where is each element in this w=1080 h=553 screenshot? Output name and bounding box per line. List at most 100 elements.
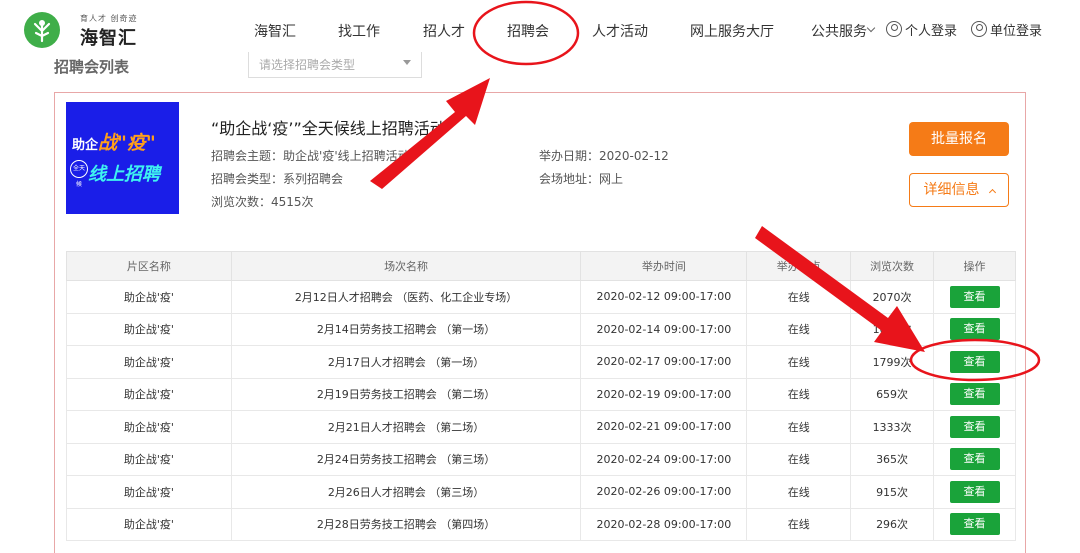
fair-type-placeholder: 请选择招聘会类型 <box>259 58 356 70</box>
company-login-label: 单位登录 <box>990 23 1043 39</box>
brand-name[interactable]: 海智汇 <box>80 24 137 50</box>
caret-down-icon <box>403 60 411 65</box>
nav-haizhihui[interactable]: 海智汇 <box>254 21 296 41</box>
chevron-up-icon <box>988 188 996 197</box>
action-cell: 查看 <box>933 507 1016 541</box>
views-cell: 659次 <box>850 377 935 411</box>
view-button[interactable]: 查看 <box>949 350 1000 373</box>
detail-info-button[interactable]: 详细信息 <box>909 173 1009 207</box>
views-cell: 1058次 <box>850 312 935 346</box>
table-row: 助企战'疫' 2月12日人才招聘会 （医药、化工企业专场） 2020-02-12 0… <box>66 280 1016 314</box>
col-header: 举办地点 <box>746 251 852 281</box>
view-button[interactable]: 查看 <box>949 285 1000 308</box>
views-cell: 1333次 <box>850 410 935 444</box>
fair-theme: 招聘会主题：助企战'疫'线上招聘活动 <box>211 149 410 163</box>
table-row: 助企战'疫' 2月17日人才招聘会 （第一场） 2020-02-17 09:00-1… <box>66 345 1016 379</box>
company-login-link[interactable]: 单位登录 <box>971 19 1042 39</box>
session-time-cell: 2020-02-21 09:00-17:00 <box>580 410 748 444</box>
poster-line1: 助企战"疫" <box>72 132 156 154</box>
views-cell: 1799次 <box>850 345 935 379</box>
session-name-cell: 2月24日劳务技工招聘会 （第三场） <box>230 442 582 476</box>
session-name-cell: 2月12日人才招聘会 （医药、化工企业专场） <box>230 280 582 314</box>
nav-talent-events[interactable]: 人才活动 <box>592 21 648 41</box>
session-time-cell: 2020-02-19 09:00-17:00 <box>580 377 748 411</box>
session-name-cell: 2月26日人才招聘会 （第三场） <box>230 475 582 509</box>
chevron-down-icon <box>866 23 876 33</box>
district-cell: 助企战'疫' <box>66 312 232 346</box>
district-cell: 助企战'疫' <box>66 377 232 411</box>
district-cell: 助企战'疫' <box>66 442 232 476</box>
session-time-cell: 2020-02-26 09:00-17:00 <box>580 475 748 509</box>
batch-signup-button[interactable]: 批量报名 <box>909 122 1009 156</box>
action-cell: 查看 <box>933 475 1016 509</box>
fair-poster[interactable]: 助企战"疫" 全天候 线上招聘 <box>66 102 179 214</box>
col-header: 场次名称 <box>230 251 582 281</box>
col-header: 举办时间 <box>580 251 748 281</box>
session-time-cell: 2020-02-14 09:00-17:00 <box>580 312 748 346</box>
district-cell: 助企战'疫' <box>66 280 232 314</box>
view-button[interactable]: 查看 <box>949 415 1000 438</box>
action-cell: 查看 <box>933 312 1016 346</box>
nav-public-service[interactable]: 公共服务 <box>811 21 867 41</box>
venue-cell: 在线 <box>746 280 852 314</box>
list-title: 招聘会列表 <box>54 58 130 74</box>
view-button[interactable]: 查看 <box>949 513 1000 536</box>
poster-badge: 全天候 <box>70 160 88 188</box>
district-cell: 助企战'疫' <box>66 410 232 444</box>
views-cell: 2070次 <box>850 280 935 314</box>
action-cell: 查看 <box>933 345 1016 379</box>
session-name-cell: 2月14日劳务技工招聘会 （第一场） <box>230 312 582 346</box>
table-row: 助企战'疫' 2月21日人才招聘会 （第二场） 2020-02-21 09:00-1… <box>66 410 1016 444</box>
session-name-cell: 2月19日劳务技工招聘会 （第二场） <box>230 377 582 411</box>
view-button[interactable]: 查看 <box>949 448 1000 471</box>
fair-type-select[interactable]: 请选择招聘会类型 <box>248 52 422 78</box>
session-name-cell: 2月17日人才招聘会 （第一场） <box>230 345 582 379</box>
venue-cell: 在线 <box>746 312 852 346</box>
personal-login-link[interactable]: 个人登录 <box>886 19 957 39</box>
personal-login-label: 个人登录 <box>905 23 958 39</box>
col-header: 操作 <box>933 251 1016 281</box>
table-header-row: 片区名称 场次名称 举办时间 举办地点 浏览次数 操作 <box>66 251 1016 281</box>
venue-cell: 在线 <box>746 475 852 509</box>
company-icon <box>971 21 987 37</box>
views-cell: 915次 <box>850 475 935 509</box>
fair-venue: 会场地址：网上 <box>539 172 624 186</box>
district-cell: 助企战'疫' <box>66 345 232 379</box>
table-row: 助企战'疫' 2月26日人才招聘会 （第三场） 2020-02-26 09:00-1… <box>66 475 1016 509</box>
nav-online-service-hall[interactable]: 网上服务大厅 <box>690 21 774 41</box>
site-logo[interactable] <box>24 12 60 48</box>
nav-find-job[interactable]: 找工作 <box>338 21 380 41</box>
session-time-cell: 2020-02-17 09:00-17:00 <box>580 345 748 379</box>
venue-cell: 在线 <box>746 377 852 411</box>
session-name-cell: 2月21日人才招聘会 （第二场） <box>230 410 582 444</box>
view-button[interactable]: 查看 <box>949 383 1000 406</box>
session-time-cell: 2020-02-12 09:00-17:00 <box>580 280 748 314</box>
action-cell: 查看 <box>933 377 1016 411</box>
venue-cell: 在线 <box>746 410 852 444</box>
district-cell: 助企战'疫' <box>66 475 232 509</box>
poster-line2: 线上招聘 <box>88 164 160 185</box>
session-time-cell: 2020-02-28 09:00-17:00 <box>580 507 748 541</box>
view-button[interactable]: 查看 <box>949 318 1000 341</box>
col-header: 片区名称 <box>66 251 232 281</box>
district-cell: 助企战'疫' <box>66 507 232 541</box>
action-cell: 查看 <box>933 410 1016 444</box>
sessions-table: 片区名称 场次名称 举办时间 举办地点 浏览次数 操作 助企战'疫' 2月12日人… <box>66 251 1016 541</box>
views-cell: 296次 <box>850 507 935 541</box>
view-button[interactable]: 查看 <box>949 480 1000 503</box>
venue-cell: 在线 <box>746 442 852 476</box>
session-time-cell: 2020-02-24 09:00-17:00 <box>580 442 748 476</box>
col-header: 浏览次数 <box>850 251 935 281</box>
detail-info-label: 详细信息 <box>923 182 980 198</box>
table-row: 助企战'疫' 2月28日劳务技工招聘会 （第四场） 2020-02-28 09:00… <box>66 507 1016 541</box>
fair-title[interactable]: “助企战‘疫’”全天候线上招聘活动 <box>211 115 451 139</box>
top-header: 育人才 创奇迹 海智汇 海智汇 找工作 招人才 招聘会 人才活动 网上服务大厅 … <box>0 0 1080 60</box>
venue-cell: 在线 <box>746 507 852 541</box>
nav-recruit-talent[interactable]: 招人才 <box>423 21 465 41</box>
fair-type: 招聘会类型：系列招聘会 <box>211 172 344 186</box>
venue-cell: 在线 <box>746 345 852 379</box>
action-cell: 查看 <box>933 280 1016 314</box>
table-row: 助企战'疫' 2月19日劳务技工招聘会 （第二场） 2020-02-19 09:00… <box>66 377 1016 411</box>
nav-job-fair[interactable]: 招聘会 <box>507 21 549 41</box>
fair-views: 浏览次数：4515次 <box>211 195 314 209</box>
